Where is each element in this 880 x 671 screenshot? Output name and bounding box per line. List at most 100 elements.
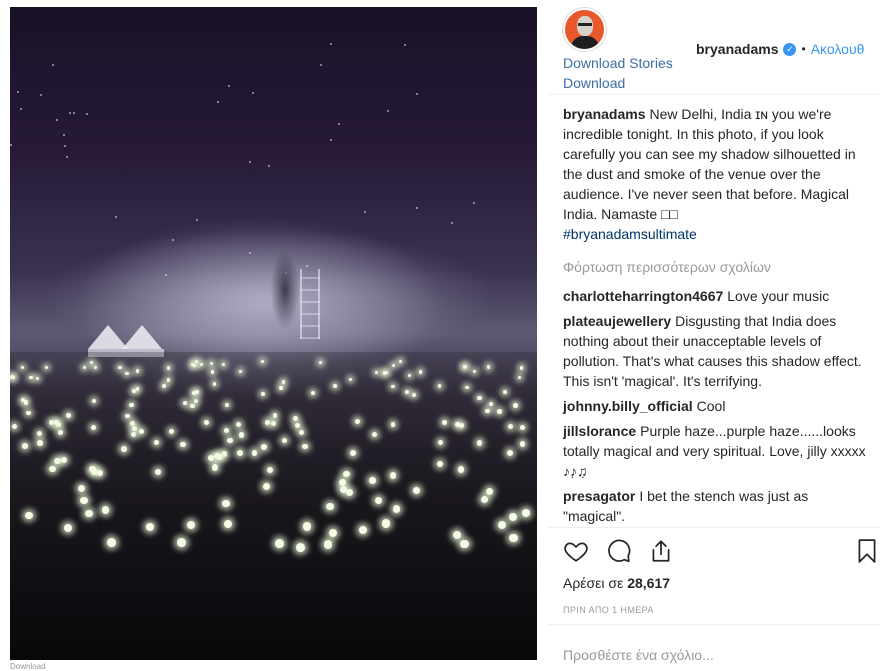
photo-phone-light	[506, 450, 513, 457]
photo-dust-speck	[337, 123, 340, 126]
photo-phone-light	[90, 424, 96, 430]
photo-phone-light	[375, 371, 379, 375]
photo-phone-light	[390, 422, 396, 428]
photo-phone-light	[260, 444, 267, 451]
photo-phone-light	[346, 489, 354, 497]
photo-phone-light	[437, 460, 444, 467]
likes-label: Αρέσει σε	[563, 575, 624, 591]
photo-phone-light	[498, 520, 507, 529]
photo-phone-light	[343, 470, 350, 478]
photo-phone-light	[517, 375, 522, 380]
comment-username[interactable]: charlotteharrington4667	[563, 288, 723, 304]
photo-phone-light	[298, 430, 304, 436]
photo-phone-light	[61, 457, 68, 464]
photo-phone-light	[472, 369, 477, 374]
photo-phone-light	[265, 419, 271, 425]
bookmark-icon[interactable]	[854, 538, 880, 564]
photo-phone-light	[153, 439, 160, 446]
photo-phone-light	[333, 384, 338, 389]
comments-list: bryanadams New Delhi, India ɪɴ you we're …	[563, 104, 868, 531]
photo-phone-light	[20, 365, 24, 369]
photo-phone-light	[213, 452, 220, 459]
photo-phone-light	[212, 382, 217, 386]
photo-phone-light	[251, 450, 258, 457]
photo-phone-light	[131, 426, 137, 432]
photo-phone-light	[270, 420, 276, 426]
photo-phone-light	[463, 365, 467, 369]
comment-username[interactable]: jillslorance	[563, 423, 636, 439]
photo-phone-light	[107, 538, 117, 547]
photo-phone-light	[418, 370, 422, 374]
photo-phone-light	[223, 427, 229, 433]
follow-button[interactable]: Ακολουθ	[811, 41, 865, 57]
photo-phone-light	[391, 384, 395, 389]
download-link[interactable]: Download	[563, 73, 673, 93]
photo-download-caption[interactable]: Download	[10, 662, 46, 671]
photo-phone-light	[261, 391, 266, 396]
comment-text: Love your music	[727, 288, 830, 304]
post-photo[interactable]	[10, 7, 537, 660]
download-stories-link[interactable]: Download Stories	[563, 53, 673, 73]
photo-dust-speck	[251, 92, 254, 95]
caption-username[interactable]: bryanadams	[563, 106, 645, 122]
photo-phone-light	[210, 370, 215, 374]
photo-phone-light	[236, 422, 242, 428]
photo-dust-speck	[216, 100, 219, 103]
like-count[interactable]: Αρέσει σε 28,617	[563, 575, 670, 591]
share-icon[interactable]	[648, 538, 674, 564]
comment-username[interactable]: johnny.billy_official	[563, 398, 693, 414]
header-username[interactable]: bryanadams	[696, 41, 778, 57]
photo-dust-speck	[330, 43, 333, 46]
post-header: Download Stories Download bryanadams ✓ •…	[548, 0, 880, 95]
photo-crowd	[10, 352, 537, 660]
photo-phone-light	[457, 466, 465, 473]
comment-item: plateaujewellery Disgusting that India do…	[563, 311, 868, 391]
photo-phone-light	[29, 375, 33, 380]
comment-username[interactable]: presagator	[563, 488, 635, 504]
photo-dust-speck	[249, 161, 252, 164]
photo-phone-light	[454, 422, 460, 428]
photo-phone-light	[453, 530, 462, 540]
photo-phone-light	[412, 392, 417, 397]
photo-phone-light	[437, 439, 444, 446]
photo-phone-light	[63, 523, 73, 533]
photo-dust-speck	[63, 134, 65, 137]
post-actions: Αρέσει σε 28,617 ΠΡΙΝ ΑΠΟ 1 ΗΜΕΡΑ Προσθέ…	[548, 527, 880, 671]
photo-phone-light	[391, 363, 395, 367]
photo-phone-light	[200, 363, 204, 367]
photo-dust-speck	[63, 144, 66, 147]
photo-phone-light	[237, 449, 243, 456]
post-timestamp[interactable]: ΠΡΙΝ ΑΠΟ 1 ΗΜΕΡΑ	[563, 605, 654, 615]
photo-phone-light	[486, 487, 494, 495]
photo-phone-light	[497, 409, 502, 414]
photo-phone-light	[129, 402, 134, 408]
photo-phone-light	[519, 441, 526, 447]
photo-dust-speck	[65, 156, 68, 159]
photo-phone-light	[272, 413, 278, 418]
load-more-comments-button[interactable]: Φόρτωση περισσότερων σχολίων	[563, 257, 868, 277]
caption-hashtag[interactable]: #bryanadamsultimate	[563, 224, 868, 244]
photo-phone-light	[260, 360, 264, 363]
photo-phone-light	[166, 378, 171, 382]
comment-username[interactable]: plateaujewellery	[563, 313, 671, 329]
download-links: Download Stories Download	[563, 53, 673, 93]
photo-dust-speck	[56, 118, 59, 121]
photo-phone-light	[323, 539, 333, 549]
post-side-panel: Download Stories Download bryanadams ✓ •…	[548, 0, 880, 671]
photo-phone-light	[211, 464, 218, 471]
photo-phone-light	[24, 400, 29, 405]
photo-phone-light	[89, 465, 96, 473]
comment-item: charlotteharrington4667 Love your music	[563, 286, 868, 306]
photo-phone-light	[94, 366, 98, 370]
photo-dust-speck	[68, 112, 71, 115]
photo-phone-light	[36, 430, 43, 437]
photo-phone-light	[520, 425, 526, 431]
heart-icon[interactable]	[563, 538, 589, 564]
photo-phone-light	[319, 361, 323, 365]
avatar[interactable]	[563, 8, 606, 51]
photo-phone-light	[339, 479, 346, 486]
photo-dust-speck	[16, 90, 19, 93]
add-comment-input[interactable]: Προσθέστε ένα σχόλιο...	[563, 647, 714, 663]
photo-phone-light	[374, 496, 382, 504]
comment-icon[interactable]	[606, 538, 632, 564]
